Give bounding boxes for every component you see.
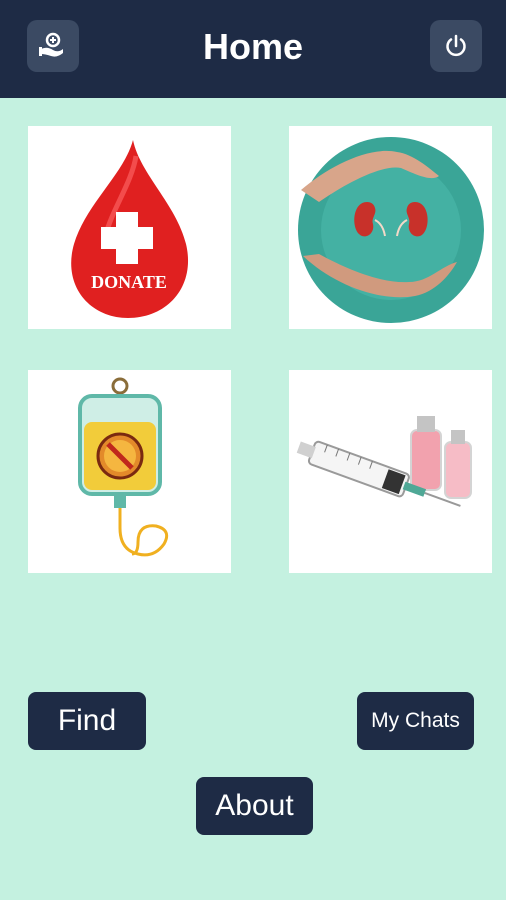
donate-caption: DONATE bbox=[91, 272, 167, 292]
app-bar: Home bbox=[0, 0, 506, 98]
syringe-and-vials-icon bbox=[296, 416, 472, 507]
kidney-donation-tile[interactable] bbox=[289, 126, 492, 329]
blood-drop-icon: DONATE bbox=[71, 140, 189, 318]
kidneys-in-hands-icon bbox=[298, 137, 484, 323]
my-chats-button[interactable]: My Chats bbox=[357, 692, 474, 750]
blood-donation-tile[interactable]: DONATE bbox=[28, 126, 231, 329]
iv-bag-icon bbox=[78, 377, 169, 557]
about-button[interactable]: About bbox=[196, 777, 313, 835]
vaccine-tile[interactable] bbox=[289, 370, 492, 573]
find-button[interactable]: Find bbox=[28, 692, 146, 750]
plasma-donation-tile[interactable] bbox=[28, 370, 231, 573]
power-icon bbox=[446, 34, 466, 57]
logout-button[interactable] bbox=[430, 20, 482, 72]
